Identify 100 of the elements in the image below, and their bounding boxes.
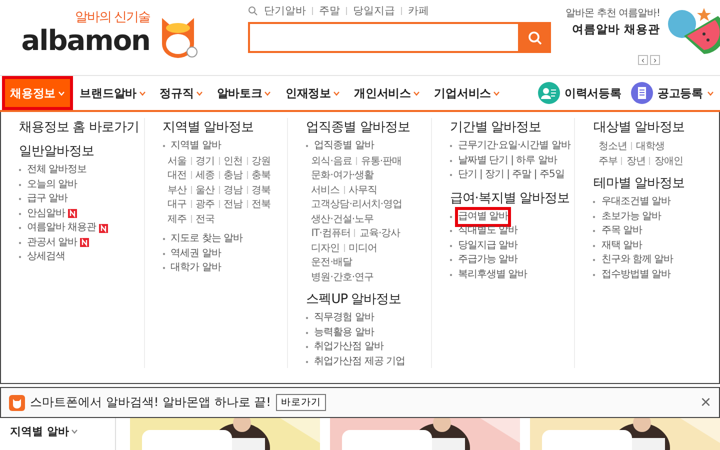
menu-link[interactable]: 서비스 [311,182,340,197]
menu-link[interactable]: 근무기간·요일·시간별 알바 [458,139,570,154]
cat-face-icon [9,394,25,410]
menu-link[interactable]: 급여별 알바 [458,210,508,224]
menu-link[interactable]: 디자인 [311,240,340,255]
menu-link[interactable]: IT·컴퓨터 [311,226,350,240]
section-title: 대상별 알바정보 [593,119,686,136]
logo-wordmark[interactable]: albamon [21,26,150,56]
menu-link[interactable]: 병원·간호·연구 [311,270,374,284]
menu-link[interactable]: 강원 [252,154,271,168]
quick-link[interactable]: 주말 [319,4,340,18]
caret-icon [138,90,146,96]
region-title[interactable]: 지역별 알바 [10,424,115,439]
section-title: 테마별 알바정보 [593,175,686,192]
menu-link[interactable]: 직무경험 알바 [314,311,374,326]
menu-link[interactable]: 생산·건설·노무 [311,212,374,226]
menu-link[interactable]: 고객상담·리서치·영업 [311,197,402,212]
menu-link[interactable]: 복리후생별 알바 [458,268,527,282]
nav-tab[interactable]: 알바토크 [210,76,278,110]
menu-link[interactable]: 당일지급 알바 [458,238,518,253]
menu-link[interactable]: 경북 [252,182,271,197]
section-title: 스펙UP 알바정보 [306,291,402,308]
menu-link[interactable]: 취업가산점 알바 [314,340,384,354]
quick-link[interactable]: 당일지급 [353,4,395,18]
menu-link[interactable]: 인천 [224,154,243,168]
menu-link[interactable]: 대구 [168,197,187,212]
menu-link[interactable]: 친구와 함께 알바 [601,253,674,268]
menu-link[interactable]: 단기 | 장기 | 주말 | 주5일 [458,168,564,182]
nav-tab[interactable]: 인재정보 [278,76,348,110]
promo-title[interactable]: 여름알바 채용관 [572,22,660,37]
resume-register-button[interactable]: 이력서등록 [538,82,622,104]
menu-link[interactable]: 전체 알바정보 [27,163,87,178]
menu-link[interactable]: 식대별도 알바 [458,224,518,238]
menu-link[interactable]: 장애인 [654,154,683,168]
section-title: 일반알바정보 [19,143,95,160]
menu-link[interactable]: 전남 [224,197,243,212]
menu-link[interactable]: 대전 [168,168,187,182]
menu-link[interactable]: 취업가산점 제공 기업 [314,354,406,369]
menu-link[interactable]: 장년 [626,154,646,168]
menu-link[interactable]: 충북 [252,168,271,182]
menu-link[interactable]: 급구 알바 [27,192,68,206]
menu-link[interactable]: 접수방법별 알바 [601,268,671,282]
caret-icon [707,90,714,96]
menu-link[interactable]: 세종 [196,168,215,182]
search-field[interactable] [248,22,518,53]
menu-link[interactable]: 광주 [196,197,215,212]
menu-link[interactable]: 우대조건별 알바 [601,195,671,210]
section-title: 기간별 알바정보 [450,119,542,136]
go-button[interactable]: 바로가기 [276,394,326,411]
nav-tab[interactable]: 기업서비스 [427,76,508,110]
nav-tab[interactable]: 브랜드알바 [72,76,153,110]
menu-link[interactable]: 유통·판매 [360,154,402,168]
menu-link[interactable]: 대학생 [636,139,664,154]
menu-link[interactable]: 경남 [224,182,243,197]
menu-link[interactable]: 주급가능 알바 [458,253,518,268]
menu-link[interactable]: 전북 [252,197,271,212]
caret-icon [58,90,65,96]
menu-link[interactable]: 서울 [168,154,187,168]
menu-link[interactable]: 주부 [598,154,618,168]
caret-icon [70,429,78,434]
nav-tab[interactable]: 정규직 [152,76,210,110]
quick-link[interactable]: 카페 [408,4,429,18]
menu-link[interactable]: 교육·강사 [359,226,400,240]
menu-link[interactable]: 외식·음료 [311,154,352,168]
post-job-button[interactable]: 공고등록 [631,82,714,104]
menu-link[interactable]: 사무직 [348,182,378,197]
menu-link[interactable]: 충남 [224,168,243,182]
menu-link[interactable]: 제주 [168,212,187,226]
menu-link[interactable]: 경기 [196,154,215,168]
menu-link[interactable]: 역세권 알바 [170,246,221,261]
next-button[interactable]: › [650,55,660,65]
menu-link[interactable]: 업직종별 알바 [314,139,374,154]
menu-link[interactable]: 관공서 알바 [27,236,78,250]
previous-button[interactable]: ‹ [638,55,648,65]
menu-link[interactable]: 지도로 찾는 알바 [170,232,242,246]
menu-link[interactable]: 상세검색 [27,250,65,264]
document-icon [631,82,654,104]
menu-link[interactable]: 운전·배달 [311,255,352,270]
menu-link[interactable]: 지역별 알바 [170,139,221,154]
person-document-icon [538,82,560,104]
menu-link[interactable]: 날짜별 단기 | 하루 알바 [458,154,557,168]
menu-link[interactable]: 부산 [168,182,187,197]
menu-link[interactable]: 능력활용 알바 [314,326,374,340]
menu-link[interactable]: 오늘의 알바 [27,178,78,192]
nav-tab[interactable]: 개인서비스 [347,76,428,110]
caret-icon [196,90,203,96]
menu-link[interactable]: 여름알바 채용관 [27,221,96,236]
menu-link[interactable]: 전국 [196,212,215,226]
menu-link[interactable]: 주목 알바 [601,224,642,238]
menu-link[interactable]: 재택 알바 [601,238,642,253]
menu-link[interactable]: 문화·여가·생활 [311,168,374,182]
menu-link[interactable]: 미디어 [348,240,378,255]
close-button[interactable]: × [700,392,711,413]
quick-link[interactable]: 단기알바 [264,4,306,18]
menu-link[interactable]: 대학가 알바 [170,261,221,276]
menu-link[interactable]: 울산 [196,182,215,197]
menu-link[interactable]: 초보가능 알바 [601,210,662,224]
menu-link[interactable]: 청소년 [598,139,627,154]
menu-link[interactable]: 안심알바 [27,206,65,221]
search-button[interactable] [518,22,551,53]
